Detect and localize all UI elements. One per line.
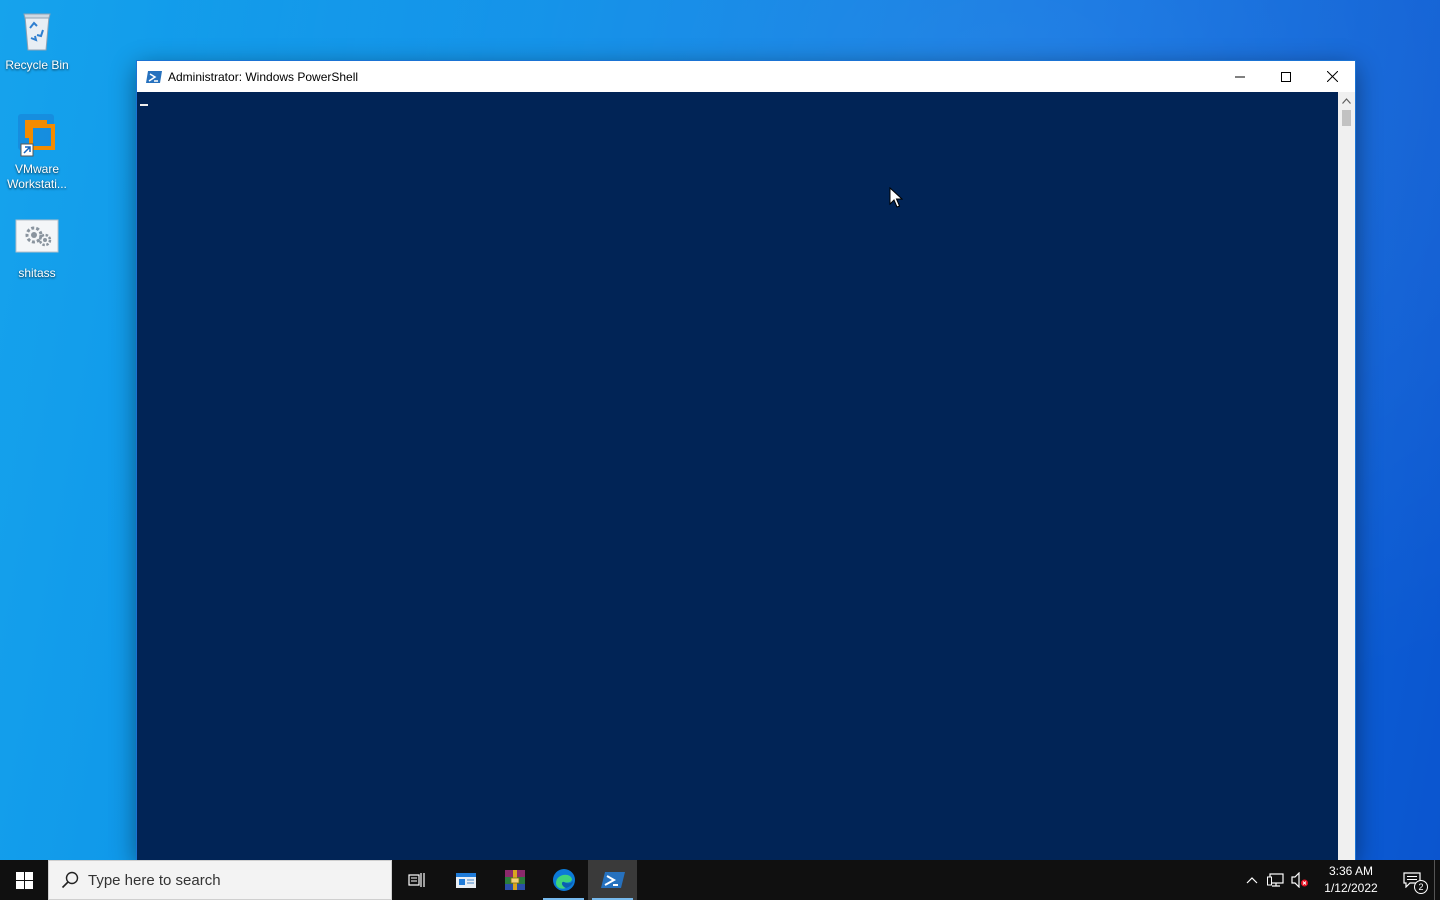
taskbar-task-view[interactable] — [392, 860, 441, 900]
taskbar-file-explorer[interactable] — [441, 860, 490, 900]
settings-file-icon — [13, 214, 61, 262]
desktop-icon-label: VMware Workstati... — [7, 162, 67, 191]
winrar-icon — [504, 870, 525, 890]
window-titlebar[interactable]: Administrator: Windows PowerShell — [137, 61, 1355, 92]
desktop-icon-label: shitass — [18, 266, 56, 280]
notification-count-badge: 2 — [1414, 880, 1428, 894]
taskbar-edge[interactable] — [539, 860, 588, 900]
network-icon — [1267, 873, 1284, 887]
search-placeholder: Type here to search — [88, 871, 221, 889]
maximize-button[interactable] — [1263, 61, 1309, 92]
powershell-icon — [600, 872, 625, 888]
clock-time: 3:36 AM — [1328, 864, 1374, 878]
desktop-icon-vmware[interactable]: VMware Workstati... — [0, 110, 74, 192]
console-area[interactable] — [137, 92, 1338, 860]
network-button[interactable] — [1264, 860, 1288, 900]
task-view-icon — [407, 873, 425, 887]
text-cursor — [140, 104, 148, 106]
clock[interactable]: 3:36 AM 1/12/2022 — [1316, 863, 1386, 897]
powershell-icon — [146, 70, 162, 83]
show-hidden-icons-button[interactable] — [1240, 860, 1264, 900]
search-icon — [61, 871, 79, 889]
close-button[interactable] — [1309, 61, 1355, 92]
minimize-button[interactable] — [1217, 61, 1263, 92]
minimize-icon — [1235, 76, 1245, 77]
vmware-icon — [13, 110, 61, 158]
recycle-bin-icon — [13, 6, 61, 54]
vertical-scrollbar[interactable] — [1338, 92, 1355, 860]
mouse-pointer-icon — [889, 187, 903, 208]
window-title: Administrator: Windows PowerShell — [168, 69, 359, 84]
edge-icon — [552, 869, 575, 891]
close-icon — [1326, 71, 1338, 82]
start-button[interactable] — [0, 860, 48, 900]
desktop-icon-recycle-bin[interactable]: Recycle Bin — [0, 6, 74, 73]
desktop-icon-label: Recycle Bin — [5, 58, 69, 72]
volume-muted-icon — [1291, 872, 1308, 888]
windows-logo-icon — [15, 871, 33, 889]
desktop: Recycle Bin VMware Workstati... shitass … — [0, 0, 1440, 860]
powershell-window[interactable]: Administrator: Windows PowerShell — [137, 61, 1355, 860]
search-box[interactable]: Type here to search — [48, 860, 392, 900]
system-tray: 3:36 AM 1/12/2022 2 — [1240, 860, 1440, 900]
chevron-up-icon — [1342, 97, 1351, 104]
scroll-up-button[interactable] — [1338, 92, 1355, 109]
action-center-button[interactable]: 2 — [1390, 860, 1434, 900]
maximize-icon — [1281, 71, 1291, 82]
taskbar-winrar[interactable] — [490, 860, 539, 900]
file-explorer-icon — [455, 873, 476, 888]
caption-buttons — [1217, 61, 1355, 92]
desktop-icon-shitass[interactable]: shitass — [0, 214, 74, 281]
show-desktop-button[interactable] — [1434, 860, 1440, 900]
volume-button[interactable] — [1288, 860, 1312, 900]
scrollbar-thumb[interactable] — [1342, 110, 1351, 126]
taskbar-powershell[interactable] — [588, 860, 637, 900]
chevron-up-icon — [1246, 877, 1258, 884]
clock-date: 1/12/2022 — [1324, 881, 1378, 895]
taskbar: Type here to search 3:36 AM 1/12/2022 2 — [0, 860, 1440, 900]
